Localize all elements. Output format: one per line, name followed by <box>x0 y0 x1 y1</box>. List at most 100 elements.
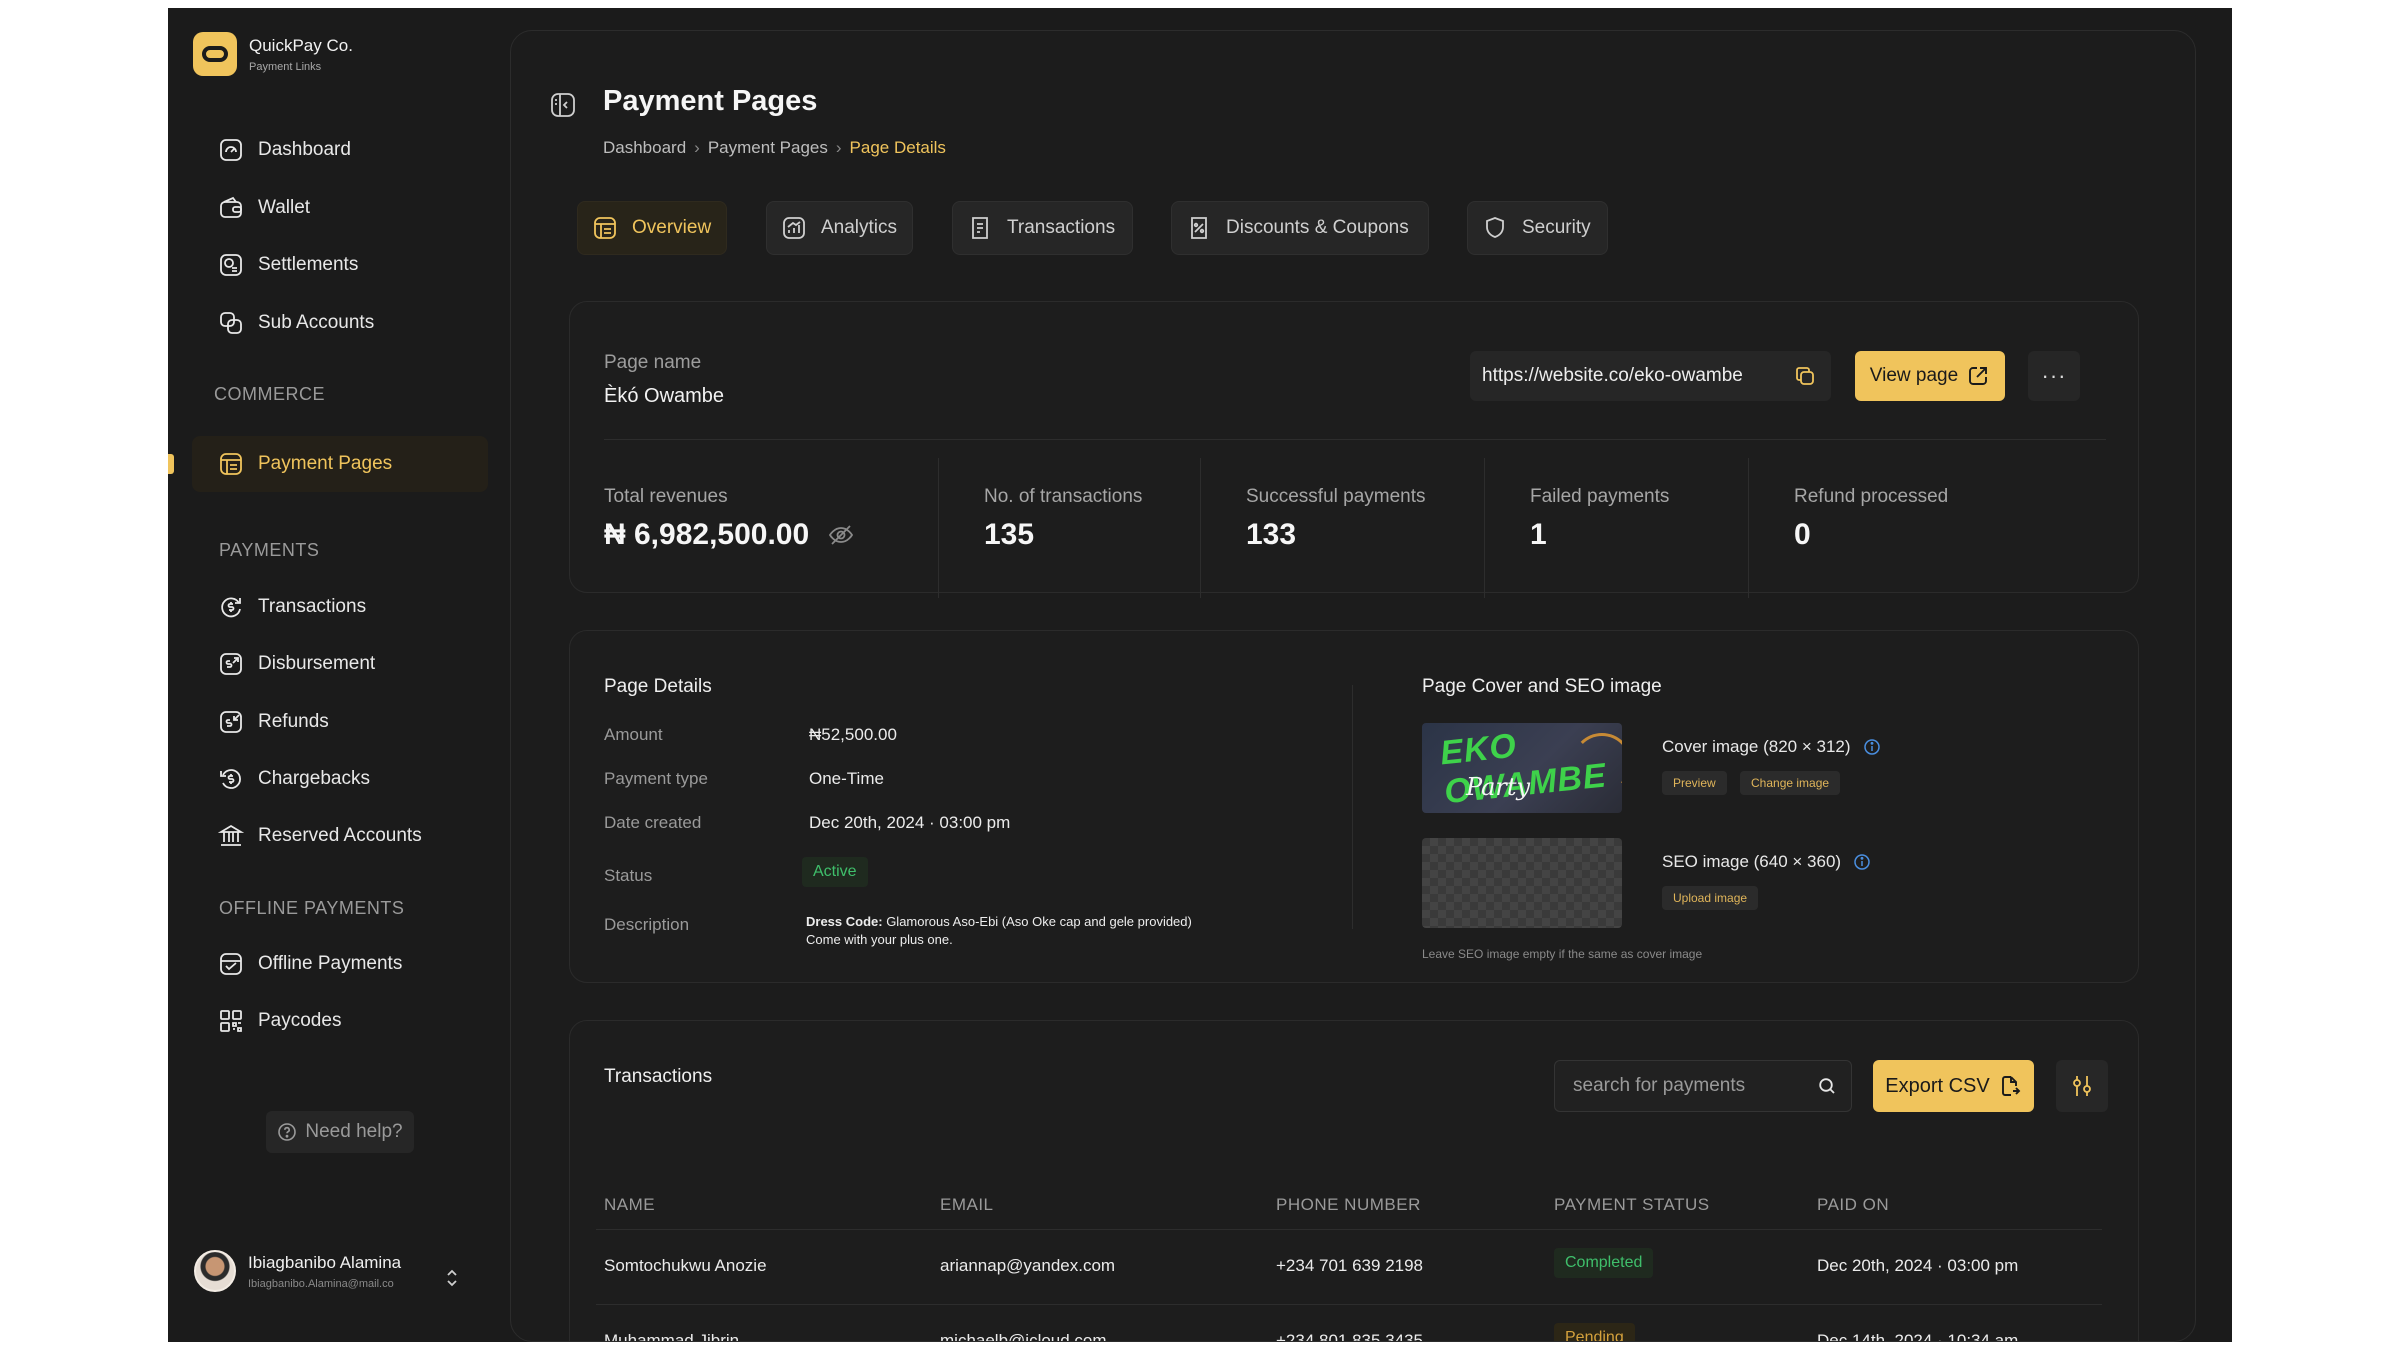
column-header-paid-on[interactable]: PAID ON <box>1817 1195 1889 1215</box>
sidebar-item-label: Sub Accounts <box>258 312 375 333</box>
filter-settings-button[interactable] <box>2056 1060 2108 1112</box>
tab-security[interactable]: Security <box>1467 201 1608 255</box>
detail-label: Amount <box>604 725 663 744</box>
seo-image-label: SEO image (640 × 360) <box>1662 852 1871 872</box>
detail-value: Dec 20th, 2024 · 03:00 pm <box>809 813 1011 832</box>
tab-discounts-coupons[interactable]: Discounts & Coupons <box>1171 201 1429 255</box>
stat-label: Refund processed <box>1794 486 1949 507</box>
active-indicator <box>168 454 174 474</box>
detail-value: One-Time <box>809 769 884 788</box>
description-text: Dress Code: Glamorous Aso-Ebi (Aso Oke c… <box>806 913 1246 949</box>
page-name-label: Page name <box>604 352 702 373</box>
cover-image-label: Cover image (820 × 312) <box>1662 737 1881 757</box>
stat-successful-payments: Successful payments 133 <box>1246 486 1426 552</box>
page-url-field[interactable]: https://website.co/eko-owambe <box>1470 351 1831 401</box>
main-content: Payment Pages Dashboard › Payment Pages … <box>510 30 2196 1342</box>
user-profile[interactable]: Ibiagbanibo Alamina Ibiagbanibo.Alamina@… <box>194 1250 401 1292</box>
settlements-icon <box>218 252 244 278</box>
column-header-name[interactable]: NAME <box>604 1195 655 1215</box>
breadcrumb-dashboard[interactable]: Dashboard <box>603 138 686 158</box>
divider <box>1200 458 1201 598</box>
sidebar-item-chargebacks[interactable]: Chargebacks <box>192 751 488 807</box>
status-badge: Active <box>802 857 868 887</box>
sidebar-toggle-icon[interactable] <box>549 91 577 124</box>
tab-analytics[interactable]: Analytics <box>766 201 913 255</box>
description-line2: Come with your plus one. <box>806 932 953 947</box>
export-csv-button[interactable]: Export CSV <box>1873 1060 2034 1112</box>
tab-transactions[interactable]: Transactions <box>952 201 1133 255</box>
cover-image[interactable]: EKO OWAMBE Party <box>1422 723 1622 813</box>
stat-value: 1 <box>1530 518 1547 551</box>
detail-label: Date created <box>604 813 702 832</box>
column-header-status[interactable]: PAYMENT STATUS <box>1554 1195 1710 1215</box>
divider <box>938 458 939 598</box>
change-image-button[interactable]: Change image <box>1740 771 1841 795</box>
stat-total-revenues: Total revenues ₦ 6,982,500.00 <box>604 486 855 552</box>
seo-image-placeholder[interactable] <box>1422 838 1622 928</box>
status-text: Completed <box>1554 1248 1654 1278</box>
export-csv-label: Export CSV <box>1885 1074 1990 1097</box>
stat-refund-processed: Refund processed 0 <box>1794 486 1948 552</box>
copy-icon[interactable] <box>1793 364 1817 388</box>
tab-label: Discounts & Coupons <box>1226 217 1409 238</box>
sidebar-item-wallet[interactable]: Wallet <box>192 180 488 236</box>
breadcrumb-payment-pages[interactable]: Payment Pages <box>708 138 828 158</box>
breadcrumb-current: Page Details <box>849 138 946 157</box>
tab-label: Analytics <box>821 217 898 238</box>
search-input[interactable]: search for payments <box>1554 1060 1852 1112</box>
sidebar-item-label: Dashboard <box>258 139 351 160</box>
description-bold: Dress Code: <box>806 914 883 929</box>
eye-off-icon[interactable] <box>827 521 855 549</box>
column-header-email[interactable]: EMAIL <box>940 1195 994 1215</box>
chevron-up-down-icon[interactable] <box>444 1266 460 1295</box>
avatar <box>194 1250 236 1292</box>
wallet-icon <box>218 195 244 221</box>
qr-code-icon <box>218 1008 244 1034</box>
sidebar: QuickPay Co. Payment Links Dashboard Wal… <box>168 8 508 1342</box>
sidebar-item-label: Paycodes <box>258 1010 342 1031</box>
divider <box>596 1229 2102 1230</box>
chevron-right-icon: › <box>694 138 700 157</box>
sidebar-item-paycodes[interactable]: Paycodes <box>192 993 488 1049</box>
status-text: Pending <box>1554 1323 1635 1341</box>
stat-value: 0 <box>1794 518 1811 551</box>
detail-label: Status <box>604 866 653 885</box>
sidebar-item-refunds[interactable]: Refunds <box>192 694 488 750</box>
sidebar-item-dashboard[interactable]: Dashboard <box>192 122 488 178</box>
need-help-button[interactable]: Need help? <box>266 1111 414 1153</box>
column-header-phone[interactable]: PHONE NUMBER <box>1276 1195 1421 1215</box>
transactions-card: Transactions search for payments Export … <box>569 1020 2139 1342</box>
sidebar-item-transactions[interactable]: Transactions <box>192 579 488 635</box>
cell-phone: +234 801 835 3435 <box>1276 1331 1424 1342</box>
sidebar-item-sub-accounts[interactable]: Sub Accounts <box>192 295 488 351</box>
sidebar-item-reserved-accounts[interactable]: Reserved Accounts <box>192 808 488 864</box>
more-options-button[interactable]: ··· <box>2028 351 2080 401</box>
sidebar-item-disbursement[interactable]: Disbursement <box>192 636 488 692</box>
sidebar-item-settlements[interactable]: Settlements <box>192 237 488 293</box>
breadcrumb: Dashboard › Payment Pages › Page Details <box>603 138 946 158</box>
brand-logo-icon <box>193 32 237 76</box>
receipt-icon <box>967 215 993 241</box>
sidebar-item-label: Reserved Accounts <box>258 825 422 846</box>
offline-payments-icon <box>218 951 244 977</box>
detail-amount: Amount ₦52,500.00 <box>604 725 897 745</box>
preview-button[interactable]: Preview <box>1662 771 1727 795</box>
status-badge: Completed <box>1554 1248 1654 1278</box>
info-icon[interactable] <box>1863 738 1881 756</box>
sidebar-item-payment-pages[interactable]: Payment Pages <box>192 436 488 492</box>
view-page-button[interactable]: View page <box>1855 351 2005 401</box>
view-page-label: View page <box>1869 365 1959 386</box>
upload-image-button[interactable]: Upload image <box>1662 886 1759 910</box>
divider <box>1352 685 1353 929</box>
detail-description: Description <box>604 915 809 935</box>
info-icon[interactable] <box>1853 853 1871 871</box>
sidebar-item-offline-payments[interactable]: Offline Payments <box>192 936 488 992</box>
analytics-icon <box>781 215 807 241</box>
search-icon[interactable] <box>1817 1076 1837 1096</box>
overview-icon <box>592 215 618 241</box>
detail-value: ₦52,500.00 <box>809 725 897 744</box>
brand[interactable]: QuickPay Co. Payment Links <box>193 32 353 76</box>
tab-overview[interactable]: Overview <box>577 201 727 255</box>
chargebacks-icon <box>218 766 244 792</box>
section-title-commerce: COMMERCE <box>214 384 325 404</box>
